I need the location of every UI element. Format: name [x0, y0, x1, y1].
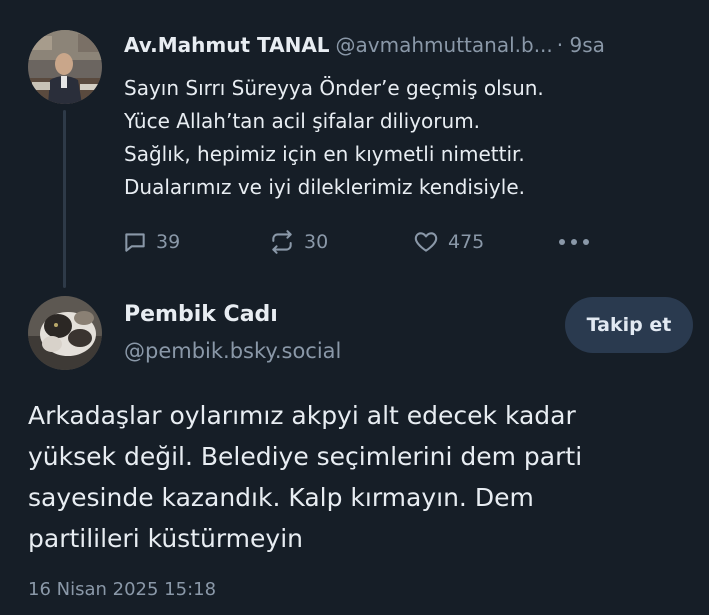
post-text-line: Arkadaşlar oylarımız akpyi alt edecek ka… — [28, 401, 576, 430]
post-timestamp[interactable]: · 9sa — [557, 33, 605, 57]
thread-connector-line — [63, 110, 66, 288]
ellipsis-icon — [559, 239, 589, 245]
post-text: Arkadaşlar oylarımız akpyi alt edecek ka… — [28, 395, 582, 559]
author-avatar[interactable] — [28, 30, 102, 104]
speech-bubble-icon — [125, 233, 145, 252]
repost-button[interactable]: 30 — [268, 226, 328, 258]
post-text-line: sayesinde kazandık. Kalp kırmayın. Dem — [28, 483, 534, 512]
reply-button[interactable]: 39 — [122, 226, 180, 258]
parent-post[interactable]: Av.Mahmut TANAL @avmahmuttanal.b... · 9sa … — [0, 0, 709, 290]
post-text: Sayın Sırrı Süreyya Önder’e geçmiş olsun… — [124, 72, 544, 204]
author-name[interactable]: Pembik Cadı — [124, 300, 278, 330]
post-text-line: Sağlık, hepimiz için en kıymetli nimetti… — [124, 142, 525, 166]
repost-count: 30 — [304, 231, 329, 253]
post-text-line: yüksek değil. Belediye seçimlerini dem p… — [28, 442, 583, 471]
like-button[interactable]: 475 — [412, 226, 484, 258]
heart-icon — [414, 232, 438, 252]
repost-arrows-icon — [272, 230, 292, 254]
like-count: 475 — [448, 231, 485, 253]
author-avatar[interactable] — [28, 296, 102, 370]
author-handle[interactable]: @pembik.bsky.social — [124, 337, 341, 365]
post-text-line: Dualarımız ve iyi dileklerimiz kendisiyl… — [124, 175, 525, 199]
post-text-line: partilileri küstürmeyin — [28, 524, 303, 553]
reply-count: 39 — [156, 231, 181, 253]
author-handle[interactable]: @avmahmuttanal.b... — [336, 33, 553, 57]
main-post: Pembik Cadı @pembik.bsky.social Takip et… — [0, 290, 709, 615]
post-date[interactable]: 16 Nisan 2025 15:18 — [28, 577, 216, 603]
more-options-button[interactable] — [557, 226, 599, 258]
post-actions-bar: 39 30 475 — [0, 226, 709, 258]
post-header: Av.Mahmut TANAL @avmahmuttanal.b... · 9sa — [124, 30, 605, 60]
post-text-line: Yüce Allah’tan acil şifalar diliyorum. — [124, 109, 481, 133]
author-name[interactable]: Av.Mahmut TANAL — [124, 33, 330, 57]
post-text-line: Sayın Sırrı Süreyya Önder’e geçmiş olsun… — [124, 76, 544, 100]
follow-button[interactable]: Takip et — [565, 297, 693, 353]
